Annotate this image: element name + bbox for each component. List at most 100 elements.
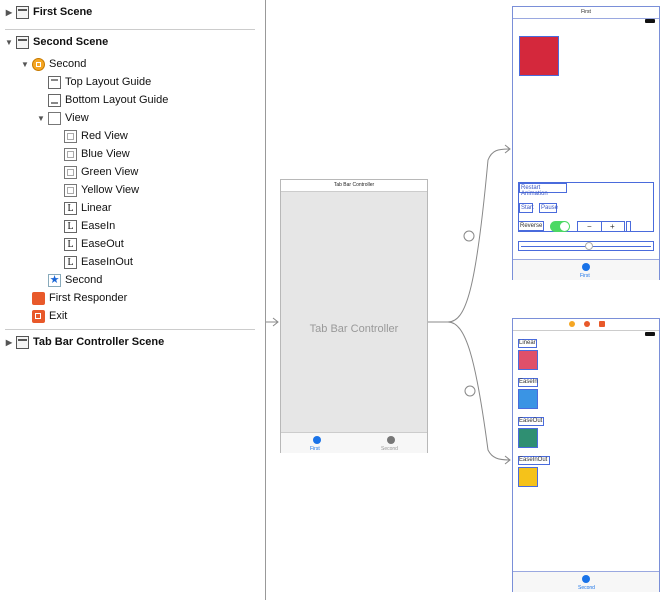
reverse-switch[interactable] <box>550 221 570 232</box>
outline-easeout-label[interactable]: L EaseOut <box>64 235 124 253</box>
scene-icon <box>16 35 29 49</box>
exit-icon[interactable] <box>599 321 605 327</box>
divider <box>5 329 255 330</box>
easeinout-label: EaseInOut <box>518 456 550 465</box>
outline-label: Bottom Layout Guide <box>65 94 169 106</box>
pause-button[interactable]: Pause <box>539 203 559 213</box>
red-view[interactable] <box>519 36 559 76</box>
disclosure-expanded-icon[interactable]: ▼ <box>20 60 30 69</box>
stepper-plus-icon[interactable]: + <box>610 222 615 231</box>
outline-top-layout-guide[interactable]: Top Layout Guide <box>48 73 151 91</box>
exit-icon <box>32 309 45 323</box>
view-icon <box>64 183 77 197</box>
disclosure-collapsed-icon[interactable]: ▶ <box>4 8 14 17</box>
green-view[interactable] <box>518 428 538 448</box>
layout-guide-icon <box>48 75 61 89</box>
outline-label: Tab Bar Controller Scene <box>33 336 165 348</box>
scene-header: Tab Bar Controller <box>281 180 427 192</box>
outline-label: Second <box>65 274 103 286</box>
outline-exit[interactable]: Exit <box>32 307 67 325</box>
segue-relationship-icon[interactable] <box>463 230 475 242</box>
outline-second-view-controller[interactable]: ▼ Second <box>20 55 86 73</box>
start-button[interactable]: Start <box>519 203 534 213</box>
outline-label: Yellow View <box>81 184 140 196</box>
label-icon: L <box>64 237 77 251</box>
outline-second-scene[interactable]: ▼ Second Scene <box>4 33 108 51</box>
outline-label: Green View <box>81 166 139 178</box>
switch-knob <box>560 222 569 231</box>
relationship-segue-second[interactable] <box>447 321 511 461</box>
button-label: Start <box>521 205 534 211</box>
stepper-minus-icon[interactable]: − <box>587 222 592 231</box>
outline-label: EaseInOut <box>81 256 133 268</box>
battery-icon <box>645 332 655 336</box>
outline-label: View <box>65 112 89 124</box>
segue-relationship-icon[interactable] <box>464 385 476 397</box>
divider <box>5 29 255 30</box>
storyboard-canvas[interactable]: Tab Bar Controller Tab Bar Controller Fi… <box>266 0 670 600</box>
button-label: Pause <box>541 205 559 211</box>
outline-bottom-layout-guide[interactable]: Bottom Layout Guide <box>48 91 168 109</box>
label-icon: L <box>64 201 77 215</box>
pink-view[interactable] <box>518 350 538 370</box>
outline-label: EaseIn <box>81 220 116 232</box>
slider-thumb[interactable] <box>585 242 593 250</box>
tab-circle-icon[interactable] <box>387 436 395 444</box>
outline-linear-label[interactable]: L Linear <box>64 199 112 217</box>
tab-label-second[interactable]: Second <box>578 585 595 591</box>
blue-view[interactable] <box>518 389 538 409</box>
label-text: EaseIn <box>519 379 538 385</box>
label-text: Linear <box>519 340 536 346</box>
tab-bar-controller-scene[interactable]: Tab Bar Controller Tab Bar Controller Fi… <box>280 179 428 453</box>
outline-view[interactable]: ▼ View <box>36 109 89 127</box>
view-icon <box>64 147 77 161</box>
outline-red-view[interactable]: Red View <box>64 127 128 145</box>
tab-bar: First <box>513 259 659 280</box>
outline-label: Blue View <box>81 148 130 160</box>
outline-green-view[interactable]: Green View <box>64 163 138 181</box>
view-icon <box>48 111 61 125</box>
tab-label-first[interactable]: First <box>310 446 320 452</box>
first-scene[interactable]: First Restart Animation Start Pause Reve… <box>512 6 660 280</box>
outline-label: Top Layout Guide <box>65 76 152 88</box>
tab-circle-icon[interactable] <box>313 436 321 444</box>
disclosure-expanded-icon[interactable]: ▼ <box>4 38 14 47</box>
outline-easeinout-label[interactable]: L EaseInOut <box>64 253 133 271</box>
outline-tab-bar-item[interactable]: ★ Second <box>48 271 102 289</box>
outline-tab-bar-controller-scene[interactable]: ▶ Tab Bar Controller Scene <box>4 333 164 351</box>
yellow-view[interactable] <box>518 467 538 487</box>
outline-first-scene[interactable]: ▶ First Scene <box>4 3 92 21</box>
stepper[interactable]: − + <box>577 221 625 232</box>
tab-label-first[interactable]: First <box>580 273 590 279</box>
outline-label: First Scene <box>33 6 93 18</box>
tab-circle-icon[interactable] <box>582 575 590 583</box>
tab-bar: Second <box>513 571 659 592</box>
tab-bar: First Second <box>281 432 427 453</box>
second-scene[interactable]: Linear EaseIn EaseOut EaseInOut Second <box>512 318 660 592</box>
view-icon <box>64 129 77 143</box>
outline-first-responder[interactable]: First Responder <box>32 289 127 307</box>
label-icon: L <box>64 255 77 269</box>
outline-label: Red View <box>81 130 128 142</box>
layout-guide-icon <box>48 93 61 107</box>
restart-animation-button[interactable]: Restart Animation <box>519 183 567 197</box>
star-icon: ★ <box>48 273 61 287</box>
tab-circle-icon[interactable] <box>582 263 590 271</box>
tab-label-second[interactable]: Second <box>381 446 398 452</box>
linear-label: Linear <box>518 339 537 348</box>
scene-icon <box>16 335 29 349</box>
disclosure-expanded-icon[interactable]: ▼ <box>36 114 46 123</box>
slider[interactable] <box>518 241 654 251</box>
scene-title: Tab Bar Controller <box>309 323 399 335</box>
view-controller-icon[interactable] <box>569 321 575 327</box>
disclosure-collapsed-icon[interactable]: ▶ <box>4 338 14 347</box>
outline-label: Second Scene <box>33 36 109 48</box>
outline-blue-view[interactable]: Blue View <box>64 145 130 163</box>
label-text: Reverse <box>520 223 543 229</box>
button-label: Restart Animation <box>521 185 548 197</box>
first-responder-icon[interactable] <box>584 321 590 327</box>
view-icon <box>64 165 77 179</box>
tab-bar-controller-body: Tab Bar Controller <box>281 192 427 432</box>
outline-yellow-view[interactable]: Yellow View <box>64 181 139 199</box>
outline-easein-label[interactable]: L EaseIn <box>64 217 115 235</box>
